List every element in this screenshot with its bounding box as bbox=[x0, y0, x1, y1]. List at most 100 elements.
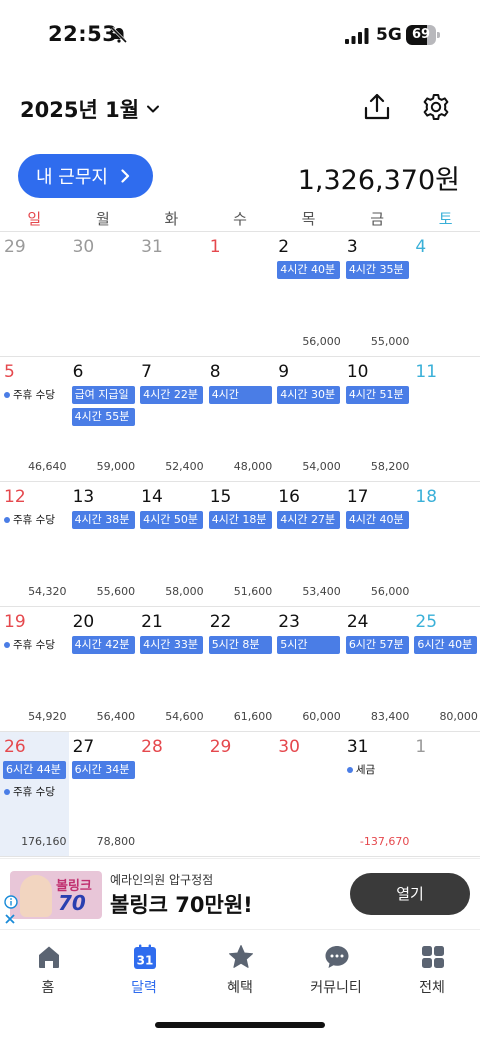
gear-icon[interactable] bbox=[421, 92, 451, 122]
day-cell[interactable]: 2 4시간 40분 56,000 bbox=[274, 232, 343, 356]
work-entry[interactable]: 4시간 18분 bbox=[208, 511, 272, 529]
day-number: 14 bbox=[141, 487, 163, 507]
day-cell[interactable]: 1 bbox=[206, 232, 275, 356]
day-number: 7 bbox=[141, 362, 152, 382]
day-cell[interactable]: 30 bbox=[274, 732, 343, 856]
work-entry[interactable]: 4시간 42분 bbox=[71, 636, 135, 654]
month-selector[interactable]: 2025년 1월 bbox=[20, 94, 161, 124]
day-cell[interactable]: 1 bbox=[411, 732, 480, 856]
day-note-label: 세금 bbox=[355, 764, 376, 776]
day-note: 주휴 수당 bbox=[4, 512, 55, 527]
day-cell[interactable]: 22 5시간 8분 61,600 bbox=[206, 607, 275, 731]
day-number: 9 bbox=[278, 362, 290, 382]
day-amount: 51,600 bbox=[233, 585, 273, 598]
my-workplace-label: 내 근무지 bbox=[36, 167, 108, 188]
day-cell[interactable]: 30 bbox=[69, 232, 138, 356]
my-workplace-button[interactable]: 내 근무지 bbox=[18, 154, 153, 198]
tab-label: 달력 bbox=[131, 980, 157, 996]
work-entry[interactable]: 4시간 51분 bbox=[345, 386, 409, 404]
work-entry[interactable]: 4시간 30분 bbox=[277, 386, 341, 404]
share-icon[interactable] bbox=[362, 92, 392, 122]
day-cell[interactable]: 27 6시간 34분 78,800 bbox=[69, 732, 138, 856]
day-cell[interactable]: 18 bbox=[411, 482, 480, 606]
work-entry[interactable]: 4시간 35분 bbox=[345, 261, 409, 279]
tab-label: 전체 bbox=[419, 980, 445, 996]
day-number: 13 bbox=[72, 487, 95, 507]
day-cell-today[interactable]: 26 6시간 44분 주휴 수당 176,160 bbox=[0, 732, 69, 856]
day-cell[interactable]: 16 4시간 27분 53,400 bbox=[274, 482, 343, 606]
day-number: 25 bbox=[415, 612, 438, 632]
day-cell[interactable]: 11 bbox=[411, 357, 480, 481]
network-label: 5G bbox=[376, 25, 402, 45]
day-cell[interactable]: 31 bbox=[137, 232, 206, 356]
status-bar: 22:53 5G 69 bbox=[0, 0, 480, 72]
day-cell[interactable]: 13 4시간 38분 55,600 bbox=[69, 482, 138, 606]
day-amount: 56,000 bbox=[302, 335, 341, 348]
day-cell[interactable]: 3 4시간 35분 55,000 bbox=[343, 232, 412, 356]
work-entry[interactable]: 6시간 40분 bbox=[414, 636, 478, 654]
work-entry[interactable]: 4시간 22분 bbox=[140, 386, 204, 404]
calendar-grid: 29 30 31 1 2 4시간 40분 56,000 3 4시간 35분 55,000 4 5 주휴 … bbox=[0, 232, 480, 857]
day-cell[interactable]: 9 4시간 30분 54,000 bbox=[274, 357, 343, 481]
work-entry[interactable]: 4시간 40분 bbox=[277, 261, 341, 279]
work-entry[interactable]: 4시간 38분 bbox=[71, 511, 135, 529]
tab-all[interactable]: 전체 bbox=[384, 932, 480, 1040]
day-note: 주휴 수당 bbox=[4, 387, 55, 402]
ad-open-button[interactable]: 열기 bbox=[350, 873, 470, 915]
work-entry[interactable]: 4시간 bbox=[208, 386, 272, 404]
day-cell[interactable]: 5 주휴 수당 46,640 bbox=[0, 357, 69, 481]
close-icon[interactable] bbox=[4, 913, 16, 925]
day-cell[interactable]: 6 급여 지급일 4시간 55분 59,000 bbox=[69, 357, 138, 481]
work-entry[interactable]: 6시간 57분 bbox=[345, 636, 409, 654]
day-cell[interactable]: 10 4시간 51분 58,200 bbox=[343, 357, 412, 481]
day-number: 4 bbox=[415, 237, 427, 257]
day-cell[interactable]: 24 6시간 57분 83,400 bbox=[343, 607, 412, 731]
day-cell[interactable]: 29 bbox=[206, 732, 275, 856]
day-amount: 58,000 bbox=[165, 585, 204, 598]
day-cell[interactable]: 23 5시간 60,000 bbox=[274, 607, 343, 731]
day-cell[interactable]: 14 4시간 50분 58,000 bbox=[137, 482, 206, 606]
day-number: 28 bbox=[141, 737, 163, 757]
day-cell[interactable]: 21 4시간 33분 54,600 bbox=[137, 607, 206, 731]
tab-home[interactable]: 홈 bbox=[0, 932, 96, 1040]
day-cell[interactable]: 12 주휴 수당 54,320 bbox=[0, 482, 69, 606]
day-cell[interactable]: 7 4시간 22분 52,400 bbox=[137, 357, 206, 481]
day-cell[interactable]: 4 bbox=[411, 232, 480, 356]
day-cell[interactable]: 29 bbox=[0, 232, 69, 356]
day-number: 18 bbox=[415, 487, 438, 507]
weekday-wed: 수 bbox=[233, 210, 247, 228]
day-cell[interactable]: 28 bbox=[137, 732, 206, 856]
day-cell[interactable]: 31 세금 -137,670 bbox=[343, 732, 412, 856]
work-entry[interactable]: 4시간 40분 bbox=[345, 511, 409, 529]
day-cell[interactable]: 17 4시간 40분 56,000 bbox=[343, 482, 412, 606]
work-entry[interactable]: 5시간 bbox=[277, 636, 341, 654]
work-entry[interactable]: 4시간 50분 bbox=[140, 511, 204, 529]
ad-banner[interactable]: 볼링크 70 예라인의원 압구정점 볼링크 70만원! 열기 bbox=[0, 858, 480, 930]
tab-label: 혜택 bbox=[227, 980, 253, 996]
day-note-label: 주휴 수당 bbox=[13, 786, 55, 798]
work-entry[interactable]: 4시간 33분 bbox=[140, 636, 204, 654]
day-note-label: 주휴 수당 bbox=[13, 514, 55, 526]
week-row: 29 30 31 1 2 4시간 40분 56,000 3 4시간 35분 55,000 4 bbox=[0, 232, 480, 357]
info-icon[interactable] bbox=[4, 895, 18, 909]
ad-image[interactable]: 볼링크 70 bbox=[10, 871, 102, 919]
work-entry[interactable]: 4시간 55분 bbox=[71, 408, 135, 426]
calendar-icon: 31 bbox=[134, 944, 156, 969]
work-entry[interactable]: 6시간 44분 bbox=[3, 761, 66, 779]
day-cell[interactable]: 19 주휴 수당 54,920 bbox=[0, 607, 69, 731]
work-entry[interactable]: 6시간 34분 bbox=[71, 761, 135, 779]
day-amount: 46,640 bbox=[28, 460, 67, 473]
day-amount: 48,000 bbox=[233, 460, 273, 473]
day-number: 24 bbox=[346, 612, 369, 632]
day-number: 29 bbox=[4, 237, 26, 257]
day-cell[interactable]: 15 4시간 18분 51,600 bbox=[206, 482, 275, 606]
day-amount: 78,800 bbox=[96, 835, 136, 848]
day-cell[interactable]: 25 6시간 40분 80,000 bbox=[411, 607, 480, 731]
day-amount: 55,000 bbox=[370, 335, 410, 348]
work-entry[interactable]: 급여 지급일 bbox=[71, 386, 135, 404]
work-entry[interactable]: 4시간 27분 bbox=[277, 511, 341, 529]
work-entry[interactable]: 5시간 8분 bbox=[208, 636, 272, 654]
day-cell[interactable]: 20 4시간 42분 56,400 bbox=[69, 607, 138, 731]
day-cell[interactable]: 8 4시간 48,000 bbox=[206, 357, 275, 481]
tab-label: 홈 bbox=[41, 980, 55, 996]
